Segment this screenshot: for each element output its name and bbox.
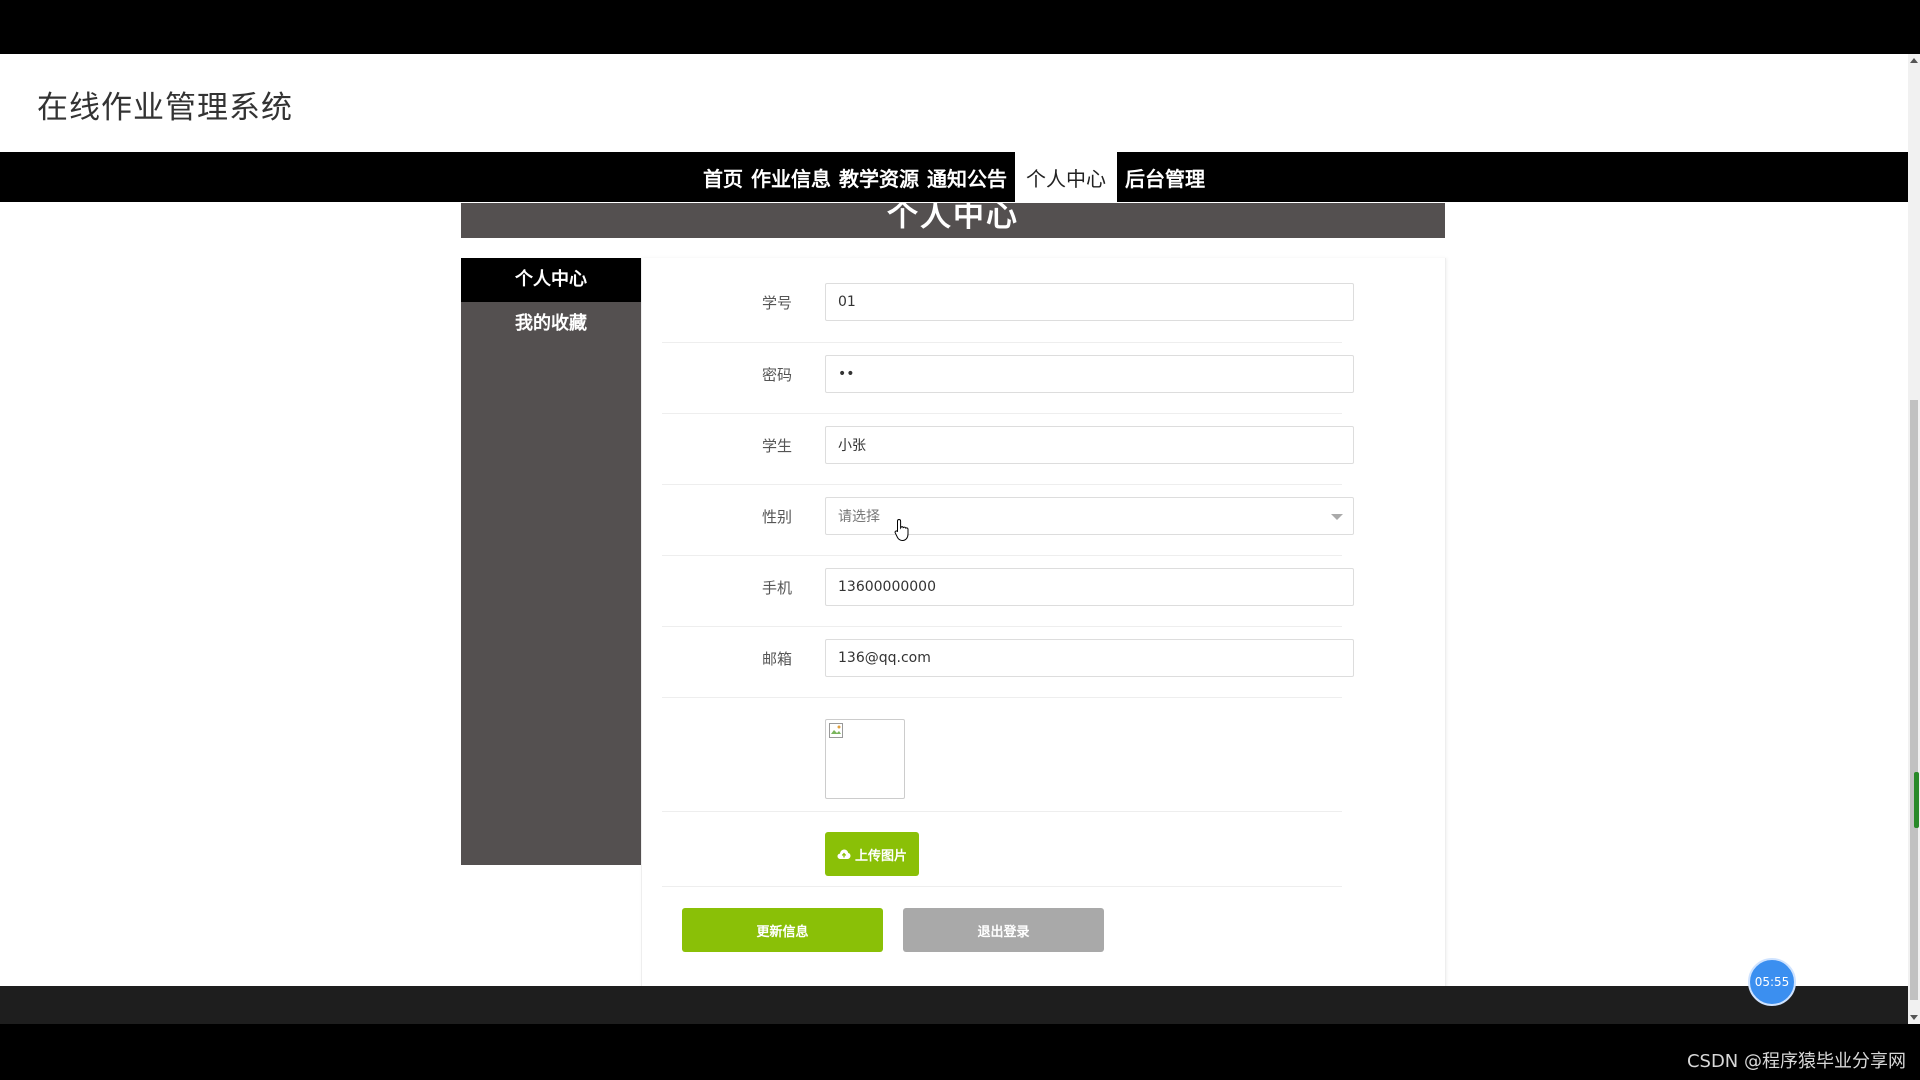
nav-item-personal-center[interactable]: 个人中心 bbox=[1015, 152, 1117, 202]
sidebar-item-personal-center[interactable]: 个人中心 bbox=[461, 258, 641, 302]
avatar-image bbox=[825, 719, 905, 799]
phone-label: 手机 bbox=[761, 579, 792, 597]
broken-image-icon bbox=[829, 723, 843, 738]
form-row-password: 密码 bbox=[662, 342, 1354, 414]
sidebar-item-favorites[interactable]: 我的收藏 bbox=[461, 302, 641, 346]
scroll-marker bbox=[1914, 772, 1919, 828]
form-row-gender: 性别 请选择 bbox=[662, 484, 1354, 556]
recording-timer-badge: 05:55 bbox=[1748, 958, 1796, 1006]
password-input[interactable] bbox=[825, 355, 1354, 393]
nav-item-admin[interactable]: 后台管理 bbox=[1121, 152, 1209, 202]
gender-select-value: 请选择 bbox=[838, 509, 880, 525]
nav-item-resources[interactable]: 教学资源 bbox=[835, 152, 923, 202]
student-id-input[interactable] bbox=[825, 283, 1354, 321]
nav-item-home[interactable]: 首页 bbox=[699, 152, 747, 202]
page-footer bbox=[0, 986, 1908, 1024]
csdn-watermark: CSDN @程序猿毕业分享网 bbox=[1686, 1051, 1906, 1072]
student-id-label: 学号 bbox=[761, 294, 792, 312]
cloud-upload-icon bbox=[837, 849, 851, 859]
form-row-email: 邮箱 bbox=[662, 626, 1354, 698]
scrollbar-thumb[interactable] bbox=[1910, 400, 1918, 1000]
nav-item-homework[interactable]: 作业信息 bbox=[747, 152, 835, 202]
profile-form-panel: 学号 密码 学生 性别 请选择 手机 邮箱 bbox=[641, 258, 1446, 1024]
scroll-up-arrow-icon[interactable] bbox=[1910, 58, 1918, 63]
hand-cursor-icon bbox=[894, 518, 909, 542]
scroll-down-arrow-icon[interactable] bbox=[1910, 1015, 1918, 1020]
main-nav: 首页 作业信息 教学资源 通知公告 个人中心 后台管理 bbox=[0, 152, 1908, 202]
student-name-input[interactable] bbox=[825, 426, 1354, 464]
form-row-student-id: 学号 bbox=[662, 258, 1354, 343]
password-label: 密码 bbox=[761, 366, 792, 384]
student-name-label: 学生 bbox=[761, 437, 792, 455]
update-info-button[interactable]: 更新信息 bbox=[682, 908, 883, 952]
gender-label: 性别 bbox=[761, 508, 792, 526]
email-input[interactable] bbox=[825, 639, 1354, 677]
site-title: 在线作业管理系统 bbox=[37, 90, 293, 126]
logout-button[interactable]: 退出登录 bbox=[903, 908, 1104, 952]
phone-input[interactable] bbox=[825, 568, 1354, 606]
nav-item-notices[interactable]: 通知公告 bbox=[923, 152, 1011, 202]
upload-image-button[interactable]: 上传图片 bbox=[825, 832, 919, 876]
upload-image-label: 上传图片 bbox=[854, 848, 907, 864]
page-header: 个人中心 bbox=[461, 203, 1445, 238]
form-row-avatar bbox=[662, 697, 1342, 812]
form-row-student-name: 学生 bbox=[662, 413, 1354, 485]
email-label: 邮箱 bbox=[761, 650, 792, 668]
page-header-title: 个人中心 bbox=[887, 203, 1019, 234]
form-row-phone: 手机 bbox=[662, 555, 1354, 627]
chevron-down-icon bbox=[1331, 514, 1343, 520]
page-scrollbar[interactable] bbox=[1908, 54, 1920, 1024]
sidebar: 个人中心 我的收藏 bbox=[461, 258, 641, 865]
browser-viewport: 在线作业管理系统 首页 作业信息 教学资源 通知公告 个人中心 后台管理 个人中… bbox=[0, 54, 1920, 1024]
form-row-upload: 上传图片 bbox=[662, 811, 1342, 887]
